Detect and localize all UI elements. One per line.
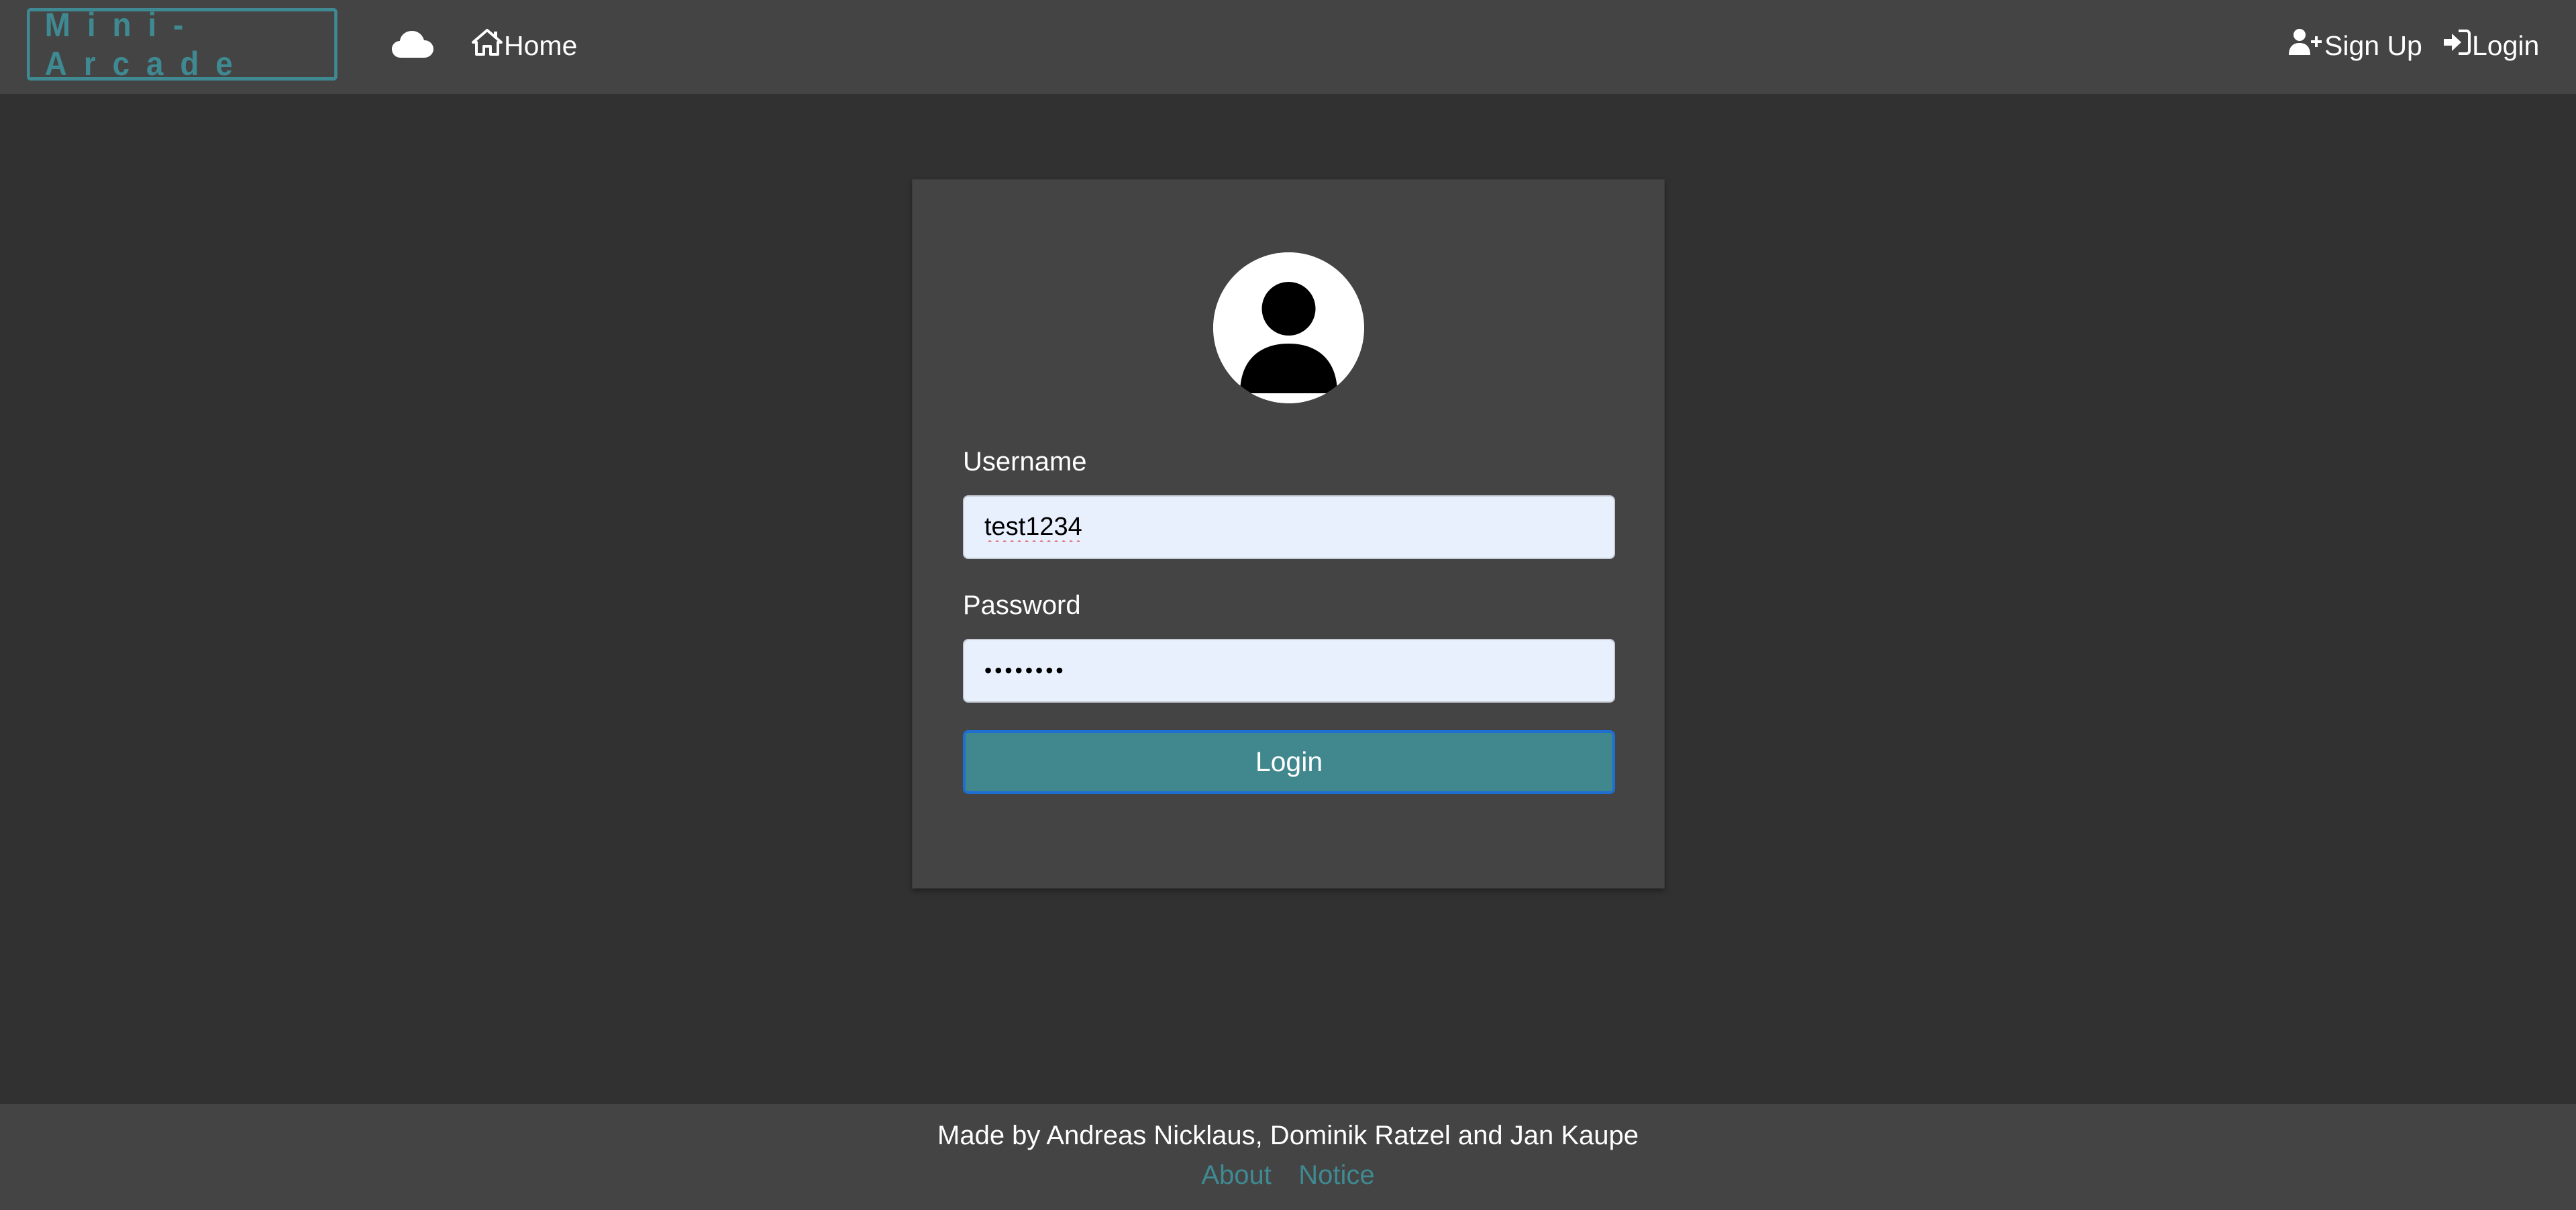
- sign-in-icon: [2442, 28, 2472, 63]
- username-input[interactable]: [963, 495, 1615, 559]
- login-card: Username Password Login: [912, 179, 1665, 889]
- nav-signup-label: Sign Up: [2324, 30, 2422, 61]
- nav-home-label: Home: [504, 30, 578, 61]
- footer: Made by Andreas Nicklaus, Dominik Ratzel…: [0, 1104, 2576, 1210]
- footer-credit: Made by Andreas Nicklaus, Dominik Ratzel…: [937, 1121, 1639, 1150]
- password-label: Password: [963, 591, 1081, 620]
- nav-signup-link[interactable]: Sign Up: [2288, 26, 2422, 66]
- nav-home-link[interactable]: Home: [472, 26, 577, 66]
- cloud-icon[interactable]: [391, 27, 435, 63]
- footer-about-link[interactable]: About: [1201, 1160, 1272, 1190]
- footer-notice-link[interactable]: Notice: [1298, 1160, 1374, 1190]
- footer-links: About Notice: [0, 1160, 2576, 1191]
- login-submit-button[interactable]: Login: [963, 730, 1615, 794]
- user-avatar-icon: [1213, 252, 1364, 403]
- nav-login-link[interactable]: Login: [2442, 26, 2539, 66]
- password-input[interactable]: [963, 639, 1615, 703]
- brand-logo-link[interactable]: Mini-Arcade: [27, 6, 338, 83]
- home-icon: [472, 28, 504, 63]
- username-label: Username: [963, 447, 1087, 476]
- nav-login-label: Login: [2472, 30, 2540, 61]
- user-plus-icon: [2288, 28, 2324, 63]
- navbar: Mini-Arcade Home Sign Up Login: [0, 0, 2576, 94]
